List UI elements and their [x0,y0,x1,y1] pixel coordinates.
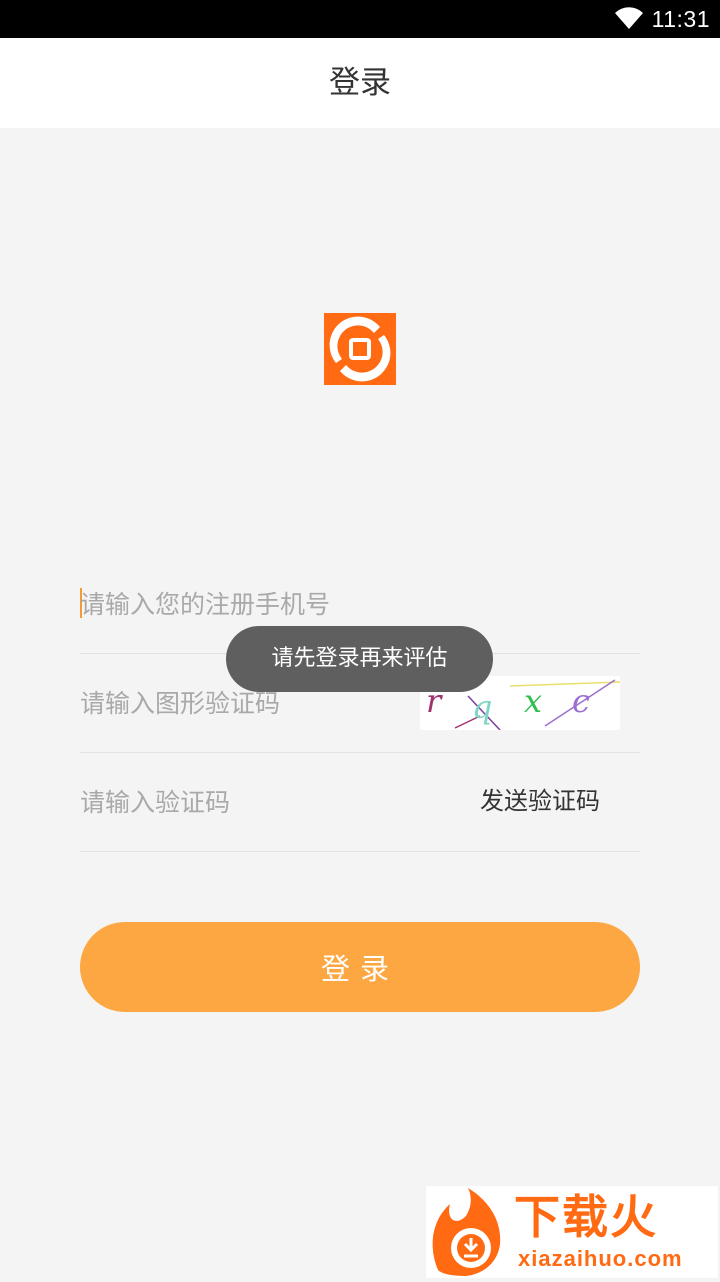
send-code-button[interactable]: 发送验证码 [480,783,600,819]
status-bar: 11:31 [0,0,720,38]
watermark-brand: 下载火 [514,1190,658,1244]
svg-text:x: x [524,682,542,720]
svg-text:q: q [472,688,492,726]
login-button[interactable]: 登录 [80,922,640,1012]
toast-message: 请先登录再来评估 [226,626,493,692]
wifi-icon [615,7,643,30]
svg-text:c: c [572,682,590,720]
title-bar: 登录 [0,38,720,128]
status-time: 11:31 [651,6,710,32]
sms-code-input[interactable] [80,753,440,851]
app-logo-icon [324,313,396,385]
watermark-logo: 下载火 xiazaihuo.com [426,1186,718,1278]
page-title: 登录 [329,65,391,101]
logo-mark [329,316,391,382]
watermark-domain: xiazaihuo.com [518,1246,683,1271]
sms-code-field-row: 发送验证码 [80,753,640,852]
